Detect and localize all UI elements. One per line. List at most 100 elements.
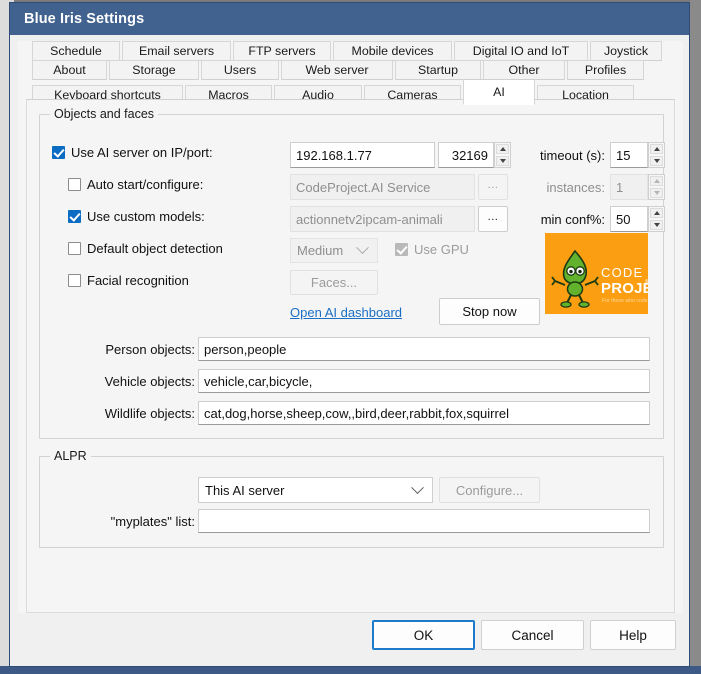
alpr-group: ALPR This AI server Configure... "myplat… (39, 449, 664, 548)
tab-label: Schedule (50, 44, 102, 58)
instances-value: 1 (616, 179, 624, 195)
ai-service-browse-button: ... (478, 174, 508, 200)
person-objects-input[interactable]: person,people (198, 337, 650, 361)
background-window-bottom-bar (0, 666, 701, 674)
ai-server-ip-input[interactable]: 192.168.1.77 (290, 142, 435, 168)
auto-start-label: Auto start/configure: (87, 177, 204, 192)
use-gpu-checkbox[interactable] (395, 243, 408, 256)
min-conf-input[interactable]: 50 (610, 206, 648, 232)
min-conf-spinner-up[interactable] (650, 208, 663, 218)
tab-users[interactable]: Users (201, 60, 279, 80)
browse-label: ... (487, 179, 499, 191)
tab-schedule[interactable]: Schedule (32, 41, 120, 61)
facial-recognition-label: Facial recognition (87, 273, 189, 288)
vehicle-objects-value: vehicle,car,bicycle, (204, 373, 313, 389)
timeout-spinner-up[interactable] (650, 144, 663, 154)
triangle-up-icon (499, 147, 506, 151)
ai-server-port-input[interactable]: 32169 (438, 142, 494, 168)
triangle-down-icon (653, 191, 660, 195)
timeout-spinner[interactable] (648, 142, 665, 168)
tab-label: Mobile devices (351, 44, 434, 58)
objects-group-legend: Objects and faces (50, 107, 159, 121)
tab-label: Web server (305, 63, 369, 77)
wildlife-objects-value: cat,dog,horse,sheep,cow,,bird,deer,rabbi… (204, 405, 509, 421)
instances-spinner-up (650, 176, 663, 186)
instances-spinner-down (650, 188, 663, 198)
tab-other[interactable]: Other (483, 60, 565, 80)
tab-storage[interactable]: Storage (109, 60, 199, 80)
tab-row-1: Schedule Email servers FTP servers Mobil… (18, 41, 683, 61)
tab-label: Joystick (603, 44, 649, 58)
tab-label: Storage (132, 63, 176, 77)
tab-mobile-devices[interactable]: Mobile devices (333, 41, 452, 61)
use-gpu-checkbox-row[interactable]: Use GPU (395, 242, 469, 257)
custom-models-input[interactable]: actionnetv2ipcam-animali (290, 206, 475, 232)
default-detection-checkbox[interactable] (68, 242, 81, 255)
ok-button[interactable]: OK (372, 620, 475, 650)
myplates-input[interactable] (198, 509, 650, 533)
dialog-client-area: Schedule Email servers FTP servers Mobil… (18, 41, 683, 613)
stop-now-label: Stop now (462, 304, 517, 319)
settings-window: Blue Iris Settings Schedule Email server… (9, 2, 690, 667)
title-bar[interactable]: Blue Iris Settings (10, 3, 689, 35)
svg-text:For those who code: For those who code (602, 298, 648, 304)
tab-joystick[interactable]: Joystick (590, 41, 662, 61)
tab-web-server[interactable]: Web server (281, 60, 393, 80)
tab-startup[interactable]: Startup (395, 60, 481, 80)
configure-label: Configure... (455, 482, 524, 498)
facial-recognition-checkbox[interactable] (68, 274, 81, 287)
svg-text:CODE: CODE (601, 265, 643, 280)
tab-row-2: About Storage Users Web server Startup O… (18, 60, 683, 80)
tab-digital-io-iot[interactable]: Digital IO and IoT (454, 41, 588, 61)
alpr-server-combo[interactable]: This AI server (198, 477, 433, 503)
background-window-right (690, 0, 701, 674)
ai-service-input: CodeProject.AI Service (290, 174, 475, 200)
detection-size-value: Medium (297, 243, 344, 258)
custom-models-browse-button[interactable]: ... (478, 206, 508, 232)
tab-profiles[interactable]: Profiles (567, 60, 644, 80)
auto-start-checkbox[interactable] (68, 178, 81, 191)
tab-label: Users (223, 63, 257, 77)
use-ai-server-checkbox[interactable] (52, 146, 65, 159)
facial-recognition-checkbox-row[interactable]: Facial recognition (68, 273, 189, 288)
wildlife-objects-input[interactable]: cat,dog,horse,sheep,cow,,bird,deer,rabbi… (198, 401, 650, 425)
instances-input: 1 (610, 174, 648, 200)
ai-service-value: CodeProject.AI Service (296, 179, 431, 195)
min-conf-spinner[interactable] (648, 206, 665, 232)
vehicle-objects-label: Vehicle objects: (104, 373, 195, 389)
tab-page-ai: Objects and faces Use AI server on IP/po… (26, 99, 675, 613)
auto-start-checkbox-row[interactable]: Auto start/configure: (68, 177, 203, 192)
timeout-spinner-down[interactable] (650, 156, 663, 166)
detection-size-combo[interactable]: Medium (290, 238, 378, 263)
tab-email-servers[interactable]: Email servers (122, 41, 231, 61)
timeout-input[interactable]: 15 (610, 142, 648, 168)
tab-ai[interactable]: AI (463, 79, 535, 105)
tab-ftp-servers[interactable]: FTP servers (233, 41, 331, 61)
cancel-label: Cancel (511, 627, 554, 643)
help-label: Help (619, 627, 647, 643)
min-conf-value: 50 (616, 211, 631, 227)
default-detection-checkbox-row[interactable]: Default object detection (68, 241, 223, 256)
min-conf-spinner-down[interactable] (650, 220, 663, 230)
use-gpu-label: Use GPU (414, 242, 469, 257)
alpr-configure-button: Configure... (439, 477, 540, 503)
custom-models-checkbox-row[interactable]: Use custom models: (68, 209, 205, 224)
use-ai-server-checkbox-row[interactable]: Use AI server on IP/port: (52, 145, 213, 160)
custom-models-checkbox[interactable] (68, 210, 81, 223)
open-ai-dashboard-link[interactable]: Open AI dashboard (290, 305, 402, 320)
tab-about[interactable]: About (32, 60, 107, 80)
stop-now-button[interactable]: Stop now (439, 298, 540, 325)
help-button[interactable]: Help (590, 620, 676, 650)
person-objects-label: Person objects: (105, 341, 195, 357)
tab-label: Digital IO and IoT (472, 44, 570, 58)
vehicle-objects-input[interactable]: vehicle,car,bicycle, (198, 369, 650, 393)
triangle-up-icon (653, 211, 660, 215)
tab-label: Email servers (138, 44, 215, 58)
cancel-button[interactable]: Cancel (481, 620, 584, 650)
myplates-label: "myplates" list: (110, 513, 195, 529)
tab-label: Profiles (584, 63, 627, 77)
browse-label: ... (487, 211, 499, 223)
timeout-label: timeout (s): (539, 147, 605, 163)
alpr-server-value: This AI server (205, 482, 285, 498)
tab-label: AI (493, 85, 505, 99)
